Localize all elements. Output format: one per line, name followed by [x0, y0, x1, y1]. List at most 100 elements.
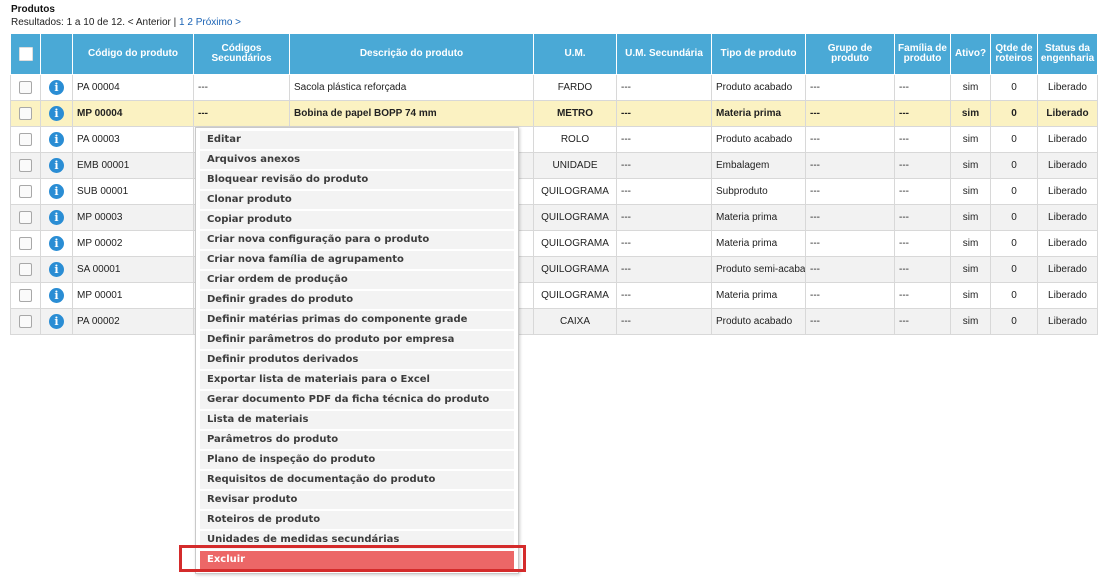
- row-checkbox[interactable]: [19, 211, 32, 224]
- info-icon[interactable]: i: [49, 158, 64, 173]
- col-header-qtde-roteiros[interactable]: Qtde de roteiros: [990, 33, 1038, 75]
- row-info-cell[interactable]: i: [40, 230, 73, 257]
- row-info-cell[interactable]: i: [40, 204, 73, 231]
- col-header-status[interactable]: Status da engenharia: [1037, 33, 1098, 75]
- table-row[interactable]: i EMB 00001 UNIDADE --- Embalagem --- --- sim 0 L…: [10, 152, 1098, 179]
- col-header-um[interactable]: U.M.: [533, 33, 617, 75]
- table-row[interactable]: i MP 00002 QUILOGRAMA --- Materia prima --- --…: [10, 230, 1098, 257]
- row-checkbox-cell[interactable]: [10, 126, 41, 153]
- menu-item-clonar-produto[interactable]: Clonar produto: [200, 191, 514, 209]
- row-checkbox[interactable]: [19, 107, 32, 120]
- info-icon[interactable]: i: [49, 80, 64, 95]
- cell-um: FARDO: [533, 74, 617, 101]
- col-header-codigos-secundarios[interactable]: Códigos Secundários: [193, 33, 290, 75]
- cell-qtde-roteiros: 0: [990, 178, 1038, 205]
- info-icon[interactable]: i: [49, 106, 64, 121]
- menu-item-criar-ordem-de-producao[interactable]: Criar ordem de produção: [200, 271, 514, 289]
- cell-um-secundaria: ---: [616, 74, 712, 101]
- col-header-um-secundaria[interactable]: U.M. Secundária: [616, 33, 712, 75]
- table-row[interactable]: i MP 00004 --- Bobina de papel BOPP 74 mm ME…: [10, 100, 1098, 127]
- menu-item-definir-parametros-do-produto-por-empresa[interactable]: Definir parâmetros do produto por empres…: [200, 331, 514, 349]
- menu-item-criar-nova-configuracao-para-o-produto[interactable]: Criar nova configuração para o produto: [200, 231, 514, 249]
- menu-item-gerar-documento-pdf-da-ficha-tecnica-do-produto[interactable]: Gerar documento PDF da ficha técnica do …: [200, 391, 514, 409]
- row-checkbox-cell[interactable]: [10, 100, 41, 127]
- row-info-cell[interactable]: i: [40, 126, 73, 153]
- menu-item-definir-produtos-derivados[interactable]: Definir produtos derivados: [200, 351, 514, 369]
- row-checkbox-cell[interactable]: [10, 256, 41, 283]
- info-icon[interactable]: i: [49, 236, 64, 251]
- row-checkbox-cell[interactable]: [10, 152, 41, 179]
- table-row[interactable]: i MP 00001 QUILOGRAMA --- Materia prima --- --…: [10, 282, 1098, 309]
- col-header-ativo[interactable]: Ativo?: [950, 33, 991, 75]
- cell-codigo: PA 00002: [72, 308, 194, 335]
- row-checkbox[interactable]: [19, 133, 32, 146]
- table-row[interactable]: i PA 00004 --- Sacola plástica reforçada FAR…: [10, 74, 1098, 101]
- menu-item-definir-grades-do-produto[interactable]: Definir grades do produto: [200, 291, 514, 309]
- row-checkbox-cell[interactable]: [10, 204, 41, 231]
- col-header-tipo[interactable]: Tipo de produto: [711, 33, 806, 75]
- info-icon[interactable]: i: [49, 132, 64, 147]
- page-link-2[interactable]: 2: [187, 17, 193, 28]
- menu-item-bloquear-revisao-do-produto[interactable]: Bloquear revisão do produto: [200, 171, 514, 189]
- cell-codigo: MP 00004: [72, 100, 194, 127]
- row-checkbox-cell[interactable]: [10, 282, 41, 309]
- cell-qtde-roteiros: 0: [990, 256, 1038, 283]
- row-checkbox-cell[interactable]: [10, 230, 41, 257]
- table-row[interactable]: i SA 00001 QUILOGRAMA --- Produto semi-acaba…: [10, 256, 1098, 283]
- row-checkbox[interactable]: [19, 315, 32, 328]
- col-header-familia[interactable]: Família de produto: [894, 33, 951, 75]
- table-row[interactable]: i PA 00003 ROLO --- Produto acabado --- --- sim…: [10, 126, 1098, 153]
- cell-codigo: MP 00001: [72, 282, 194, 309]
- menu-item-criar-nova-familia-de-agrupamento[interactable]: Criar nova família de agrupamento: [200, 251, 514, 269]
- info-icon[interactable]: i: [49, 288, 64, 303]
- menu-item-parametros-do-produto[interactable]: Parâmetros do produto: [200, 431, 514, 449]
- row-checkbox-cell[interactable]: [10, 308, 41, 335]
- info-icon[interactable]: i: [49, 210, 64, 225]
- next-link[interactable]: Próximo >: [196, 17, 241, 28]
- row-checkbox-cell[interactable]: [10, 178, 41, 205]
- prev-link[interactable]: < Anterior: [128, 17, 171, 28]
- row-info-cell[interactable]: i: [40, 178, 73, 205]
- col-header-grupo[interactable]: Grupo de produto: [805, 33, 895, 75]
- cell-ativo: sim: [950, 308, 991, 335]
- select-all-header[interactable]: [10, 33, 41, 75]
- info-icon[interactable]: i: [49, 262, 64, 277]
- menu-item-revisar-produto[interactable]: Revisar produto: [200, 491, 514, 509]
- row-checkbox[interactable]: [19, 263, 32, 276]
- menu-item-definir-materias-primas-do-componente-grade[interactable]: Definir matérias primas do componente gr…: [200, 311, 514, 329]
- row-checkbox[interactable]: [19, 81, 32, 94]
- info-icon[interactable]: i: [49, 184, 64, 199]
- cell-familia: ---: [894, 256, 951, 283]
- menu-item-exportar-lista-de-materiais-para-o-excel[interactable]: Exportar lista de materiais para o Excel: [200, 371, 514, 389]
- row-info-cell[interactable]: i: [40, 308, 73, 335]
- page-link-1[interactable]: 1: [179, 17, 185, 28]
- menu-item-editar[interactable]: Editar: [200, 131, 514, 149]
- select-all-checkbox[interactable]: [18, 47, 33, 61]
- table-row[interactable]: i SUB 00001 QUILOGRAMA --- Subproduto --- --- s…: [10, 178, 1098, 205]
- row-info-cell[interactable]: i: [40, 100, 73, 127]
- cell-status: Liberado: [1037, 282, 1098, 309]
- table-row[interactable]: i MP 00003 QUILOGRAMA --- Materia prima --- --…: [10, 204, 1098, 231]
- cell-ativo: sim: [950, 74, 991, 101]
- row-checkbox[interactable]: [19, 159, 32, 172]
- menu-item-arquivos-anexos[interactable]: Arquivos anexos: [200, 151, 514, 169]
- row-info-cell[interactable]: i: [40, 152, 73, 179]
- col-header-descricao[interactable]: Descrição do produto: [289, 33, 534, 75]
- row-info-cell[interactable]: i: [40, 256, 73, 283]
- menu-item-lista-de-materiais[interactable]: Lista de materiais: [200, 411, 514, 429]
- table-row[interactable]: i PA 00002 CAIXA --- Produto acabado --- --- si…: [10, 308, 1098, 335]
- row-checkbox[interactable]: [19, 289, 32, 302]
- menu-item-roteiros-de-produto[interactable]: Roteiros de produto: [200, 511, 514, 529]
- row-checkbox[interactable]: [19, 185, 32, 198]
- row-info-cell[interactable]: i: [40, 74, 73, 101]
- col-header-codigo[interactable]: Código do produto: [72, 33, 194, 75]
- row-checkbox-cell[interactable]: [10, 74, 41, 101]
- cell-qtde-roteiros: 0: [990, 308, 1038, 335]
- menu-item-requisitos-de-documentacao-do-produto[interactable]: Requisitos de documentação do produto: [200, 471, 514, 489]
- menu-item-copiar-produto[interactable]: Copiar produto: [200, 211, 514, 229]
- row-info-cell[interactable]: i: [40, 282, 73, 309]
- info-icon[interactable]: i: [49, 314, 64, 329]
- menu-item-plano-de-inspecao-do-produto[interactable]: Plano de inspeção do produto: [200, 451, 514, 469]
- row-checkbox[interactable]: [19, 237, 32, 250]
- cell-tipo: Materia prima: [711, 230, 806, 257]
